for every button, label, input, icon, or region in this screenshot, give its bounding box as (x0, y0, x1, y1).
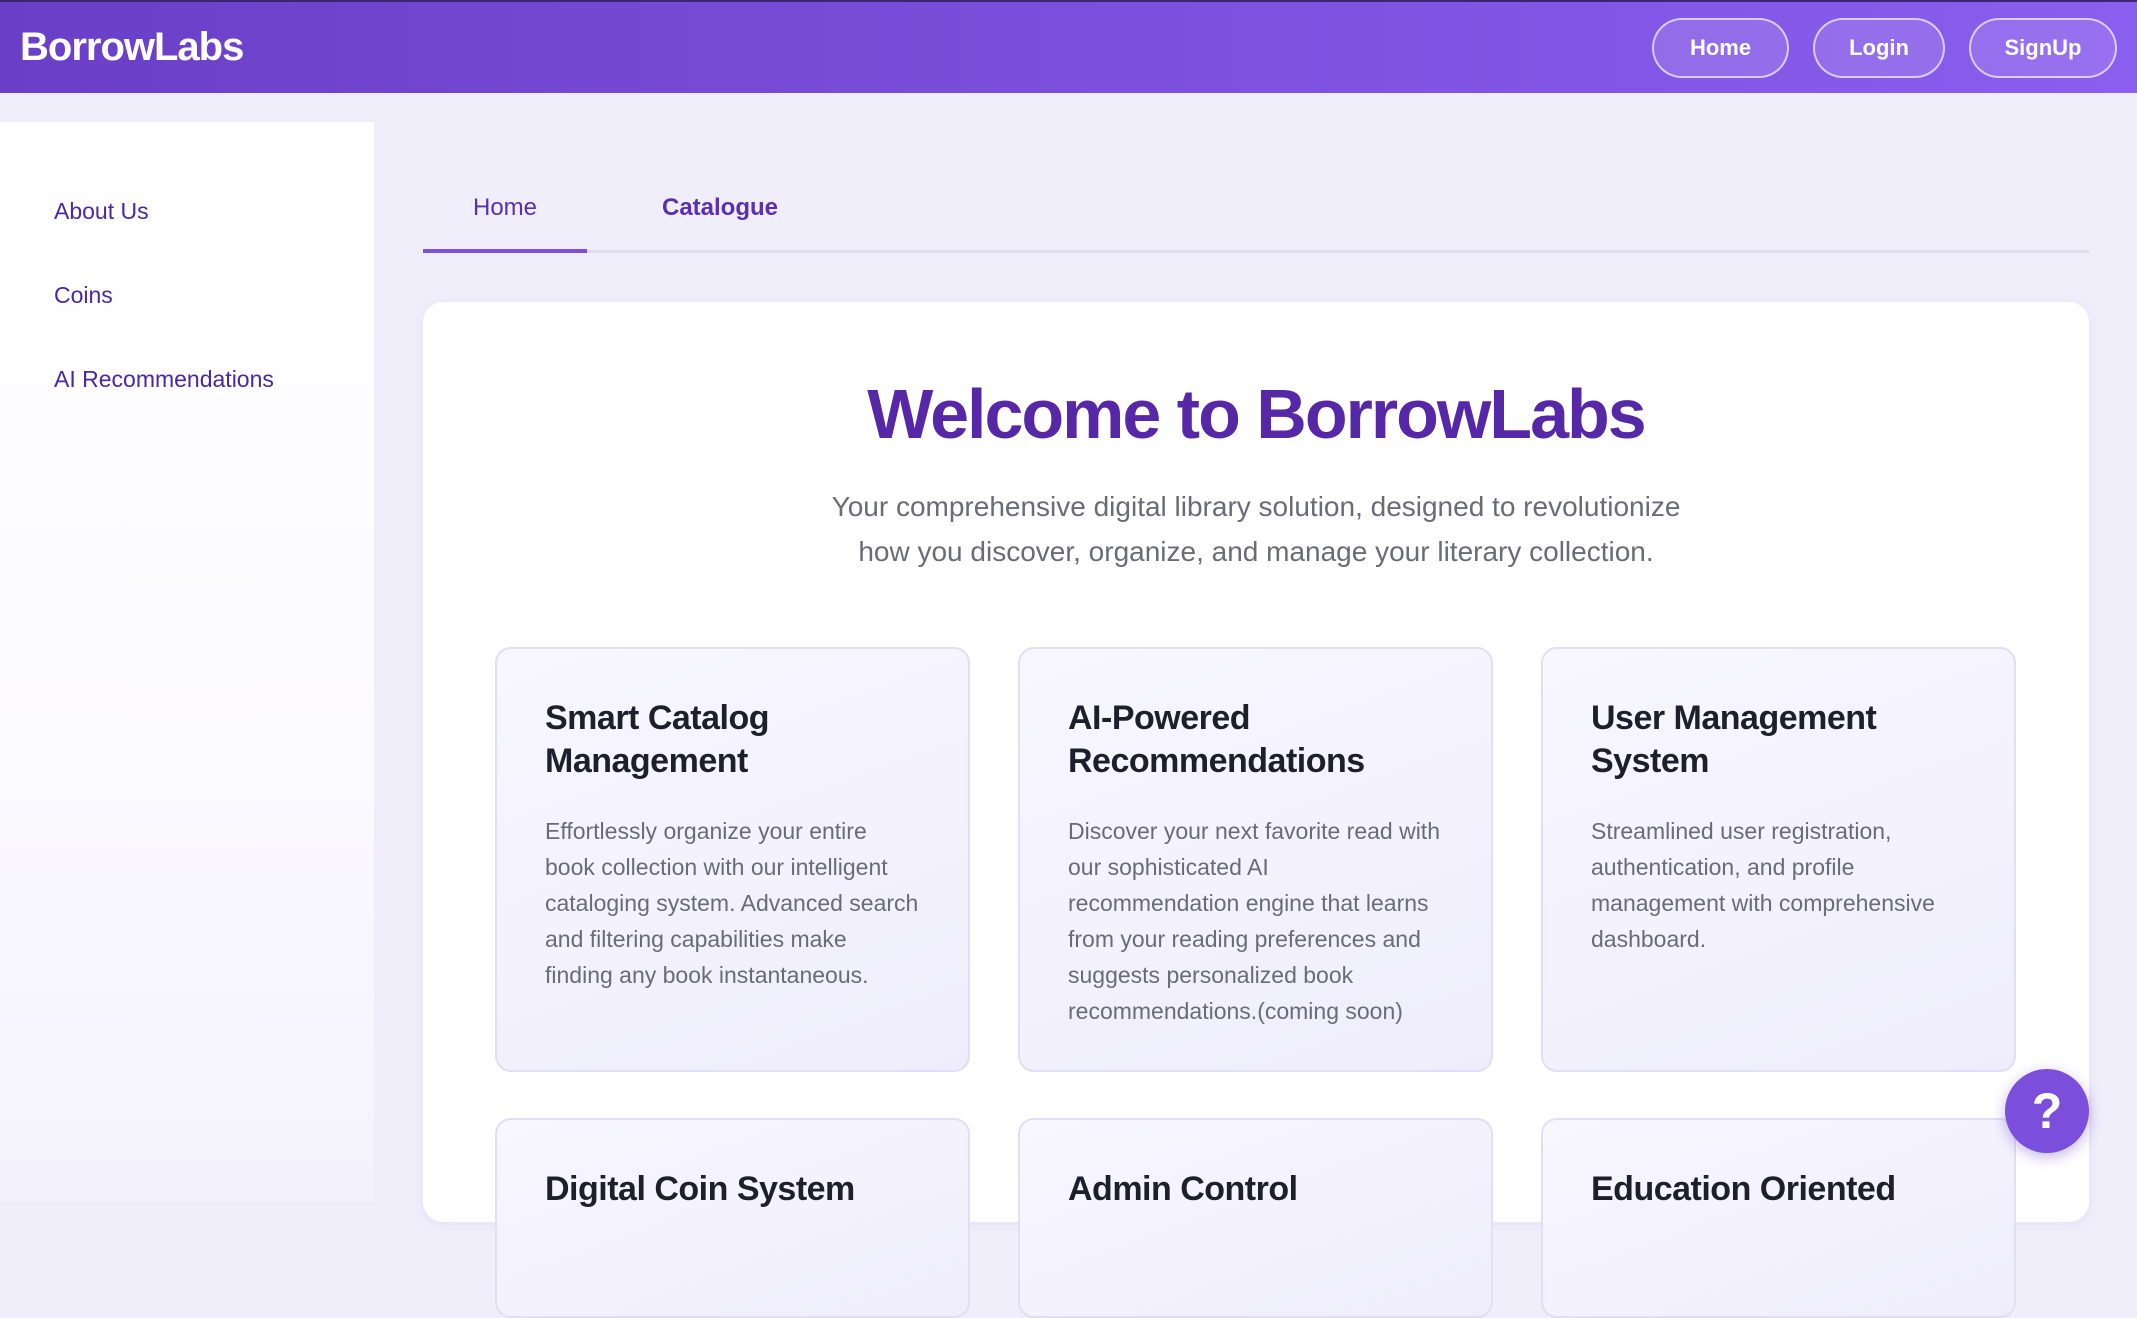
feature-card-digital-coin: Digital Coin System (495, 1118, 970, 1318)
feature-title: Digital Coin System (545, 1170, 855, 1208)
subtitle-line-1: Your comprehensive digital library solut… (831, 491, 1681, 522)
feature-card-user-management: User Management System Streamlined user … (1541, 647, 2016, 1072)
feature-card-smart-catalog: Smart Catalog Management Effortlessly or… (495, 647, 970, 1072)
welcome-card: Welcome to BorrowLabs Your comprehensive… (423, 302, 2089, 1318)
feature-title: Admin Control (1068, 1170, 1298, 1208)
sidebar: About Us Coins AI Recommendations (0, 122, 374, 1201)
feature-title: Education Oriented (1591, 1170, 1896, 1208)
question-mark-icon: ? (2031, 1083, 2063, 1139)
feature-description: Discover your next favorite read with ou… (1068, 818, 1440, 1024)
feature-card-admin-control: Admin Control (1018, 1118, 1493, 1318)
help-button[interactable]: ? (2005, 1069, 2089, 1153)
feature-card-education: Education Oriented (1541, 1118, 2016, 1318)
feature-title: Smart Catalog Management (545, 699, 770, 780)
signup-button[interactable]: SignUp (1969, 17, 2117, 78)
sidebar-item-ai-recommendations[interactable]: AI Recommendations (54, 366, 274, 393)
feature-description: Effortlessly organize your entire book c… (545, 818, 919, 988)
feature-description: Streamlined user registration, authentic… (1591, 818, 1935, 952)
tab-home[interactable]: Home (423, 194, 587, 253)
top-bar: BorrowLabs Home Login SignUp (0, 0, 2137, 93)
feature-title: AI-Powered Recommendations (1068, 699, 1365, 780)
home-button[interactable]: Home (1652, 17, 1789, 78)
page-title: Welcome to BorrowLabs (867, 375, 1646, 453)
feature-title: User Management System (1591, 699, 1877, 780)
sidebar-item-about-us[interactable]: About Us (54, 198, 149, 225)
logo[interactable]: BorrowLabs (20, 25, 244, 70)
top-nav: Home Login SignUp (1628, 17, 2117, 78)
page-subtitle: Your comprehensive digital library solut… (806, 484, 1706, 574)
subtitle-line-2: how you discover, organize, and manage y… (858, 536, 1654, 567)
tab-bar: Home Catalogue (423, 178, 2089, 253)
tab-catalogue[interactable]: Catalogue (623, 194, 817, 222)
feature-card-ai-recommendations: AI-Powered Recommendations Discover your… (1018, 647, 1493, 1072)
login-button[interactable]: Login (1813, 17, 1945, 78)
sidebar-item-coins[interactable]: Coins (54, 282, 113, 309)
